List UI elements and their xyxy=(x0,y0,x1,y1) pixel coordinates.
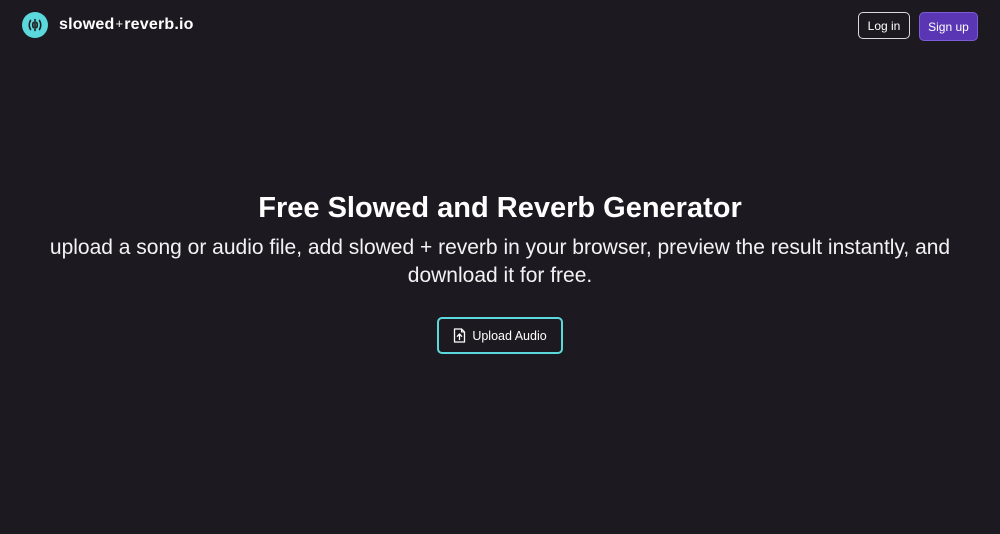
brand-name-right: reverb.io xyxy=(124,16,194,33)
hero-subtitle: upload a song or audio file, add slowed … xyxy=(49,236,951,287)
sound-wave-icon xyxy=(22,12,48,38)
login-button[interactable]: Log in xyxy=(858,12,910,39)
auth-buttons: Log in Sign up xyxy=(858,12,978,41)
hero-section: Free Slowed and Reverb Generator upload … xyxy=(0,190,1000,290)
upload-audio-button[interactable]: Upload Audio xyxy=(437,317,563,354)
brand-name: slowed+reverb.io xyxy=(59,16,194,34)
top-navigation-bar: slowed+reverb.io Log in Sign up xyxy=(0,0,1000,52)
signup-button[interactable]: Sign up xyxy=(919,12,978,41)
upload-audio-label: Upload Audio xyxy=(472,328,547,343)
hero-title: Free Slowed and Reverb Generator xyxy=(258,192,742,224)
brand-link[interactable]: slowed+reverb.io xyxy=(22,12,194,38)
file-upload-icon xyxy=(453,328,466,343)
page: slowed+reverb.io Log in Sign up Free Slo… xyxy=(0,0,1000,534)
brand-name-left: slowed xyxy=(59,16,115,33)
brand-name-plus: + xyxy=(115,16,124,31)
